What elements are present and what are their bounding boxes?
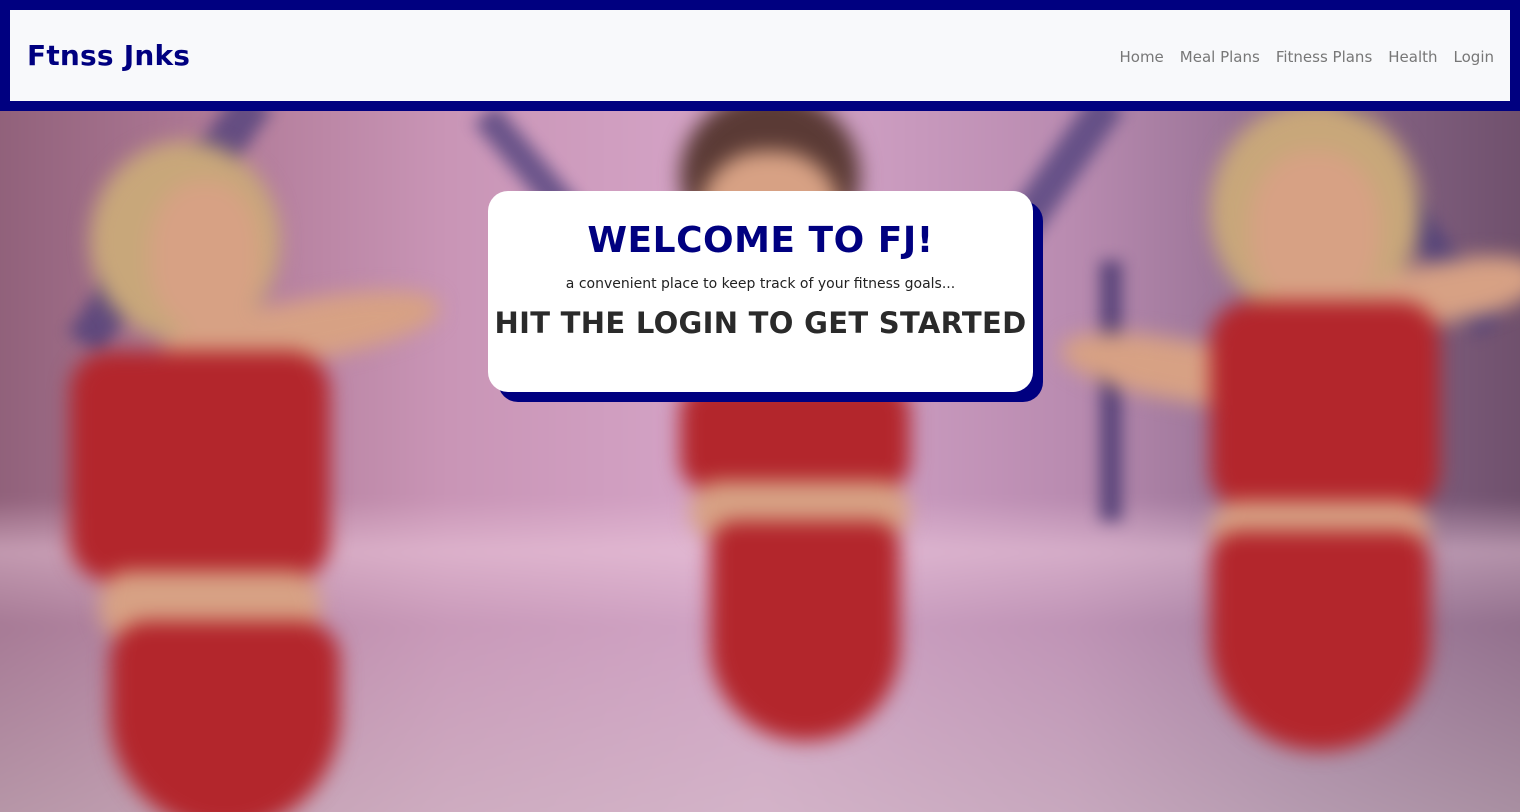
- dancer-left: [40, 121, 460, 812]
- dancer-right: [1056, 111, 1520, 811]
- welcome-title: WELCOME TO FJ!: [587, 220, 934, 261]
- navbar: Ftnss Jnks Home Meal Plans Fitness Plans…: [0, 0, 1520, 111]
- hero-section: WELCOME TO FJ! a convenient place to kee…: [0, 111, 1520, 812]
- nav-link-health[interactable]: Health: [1388, 48, 1437, 66]
- nav-link-login[interactable]: Login: [1454, 48, 1494, 66]
- nav-links: Home Meal Plans Fitness Plans Health Log…: [1119, 48, 1494, 66]
- welcome-subtitle: a convenient place to keep track of your…: [565, 275, 956, 292]
- navbar-inner: Ftnss Jnks Home Meal Plans Fitness Plans…: [10, 10, 1510, 101]
- welcome-card: WELCOME TO FJ! a convenient place to kee…: [488, 191, 1033, 392]
- brand-logo[interactable]: Ftnss Jnks: [27, 39, 190, 72]
- nav-link-meal-plans[interactable]: Meal Plans: [1180, 48, 1260, 66]
- nav-link-fitness-plans[interactable]: Fitness Plans: [1276, 48, 1372, 66]
- nav-link-home[interactable]: Home: [1119, 48, 1163, 66]
- login-call-to-action: HIT THE LOGIN TO GET STARTED: [494, 305, 1027, 340]
